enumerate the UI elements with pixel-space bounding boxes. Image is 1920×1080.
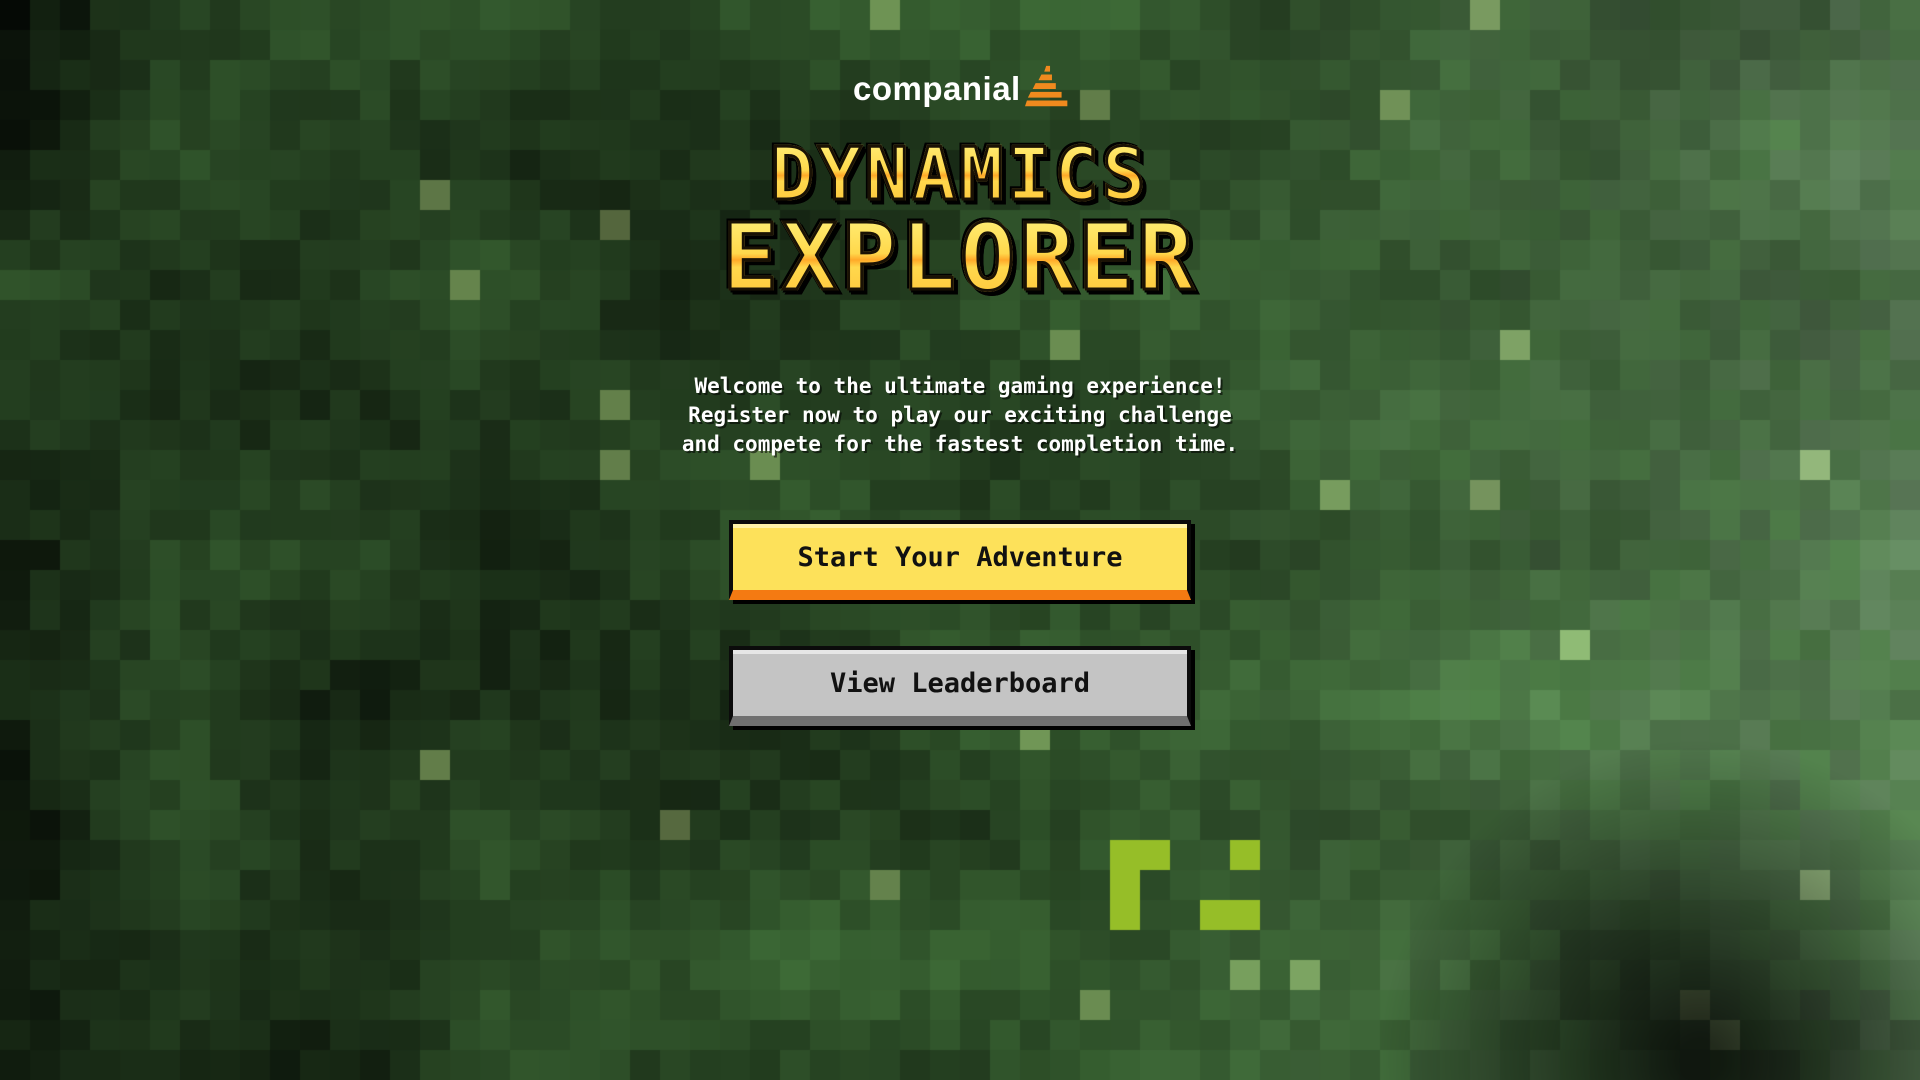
welcome-line-2: Register now to play our exciting challe… xyxy=(688,403,1232,427)
game-title-line-1: DYNAMICS xyxy=(0,137,1920,212)
welcome-line-1: Welcome to the ultimate gaming experienc… xyxy=(694,374,1226,398)
stripes-logo-icon xyxy=(1024,65,1068,107)
start-adventure-label: Start Your Adventure xyxy=(797,541,1123,573)
view-leaderboard-label: View Leaderboard xyxy=(829,667,1091,699)
companial-logo: companial xyxy=(853,62,1069,114)
view-leaderboard-button[interactable]: View Leaderboard xyxy=(729,646,1191,726)
logo-text: companial xyxy=(853,69,1021,107)
welcome-text: Welcome to the ultimate gaming experienc… xyxy=(640,372,1280,459)
start-adventure-button[interactable]: Start Your Adventure xyxy=(729,520,1191,600)
welcome-line-3: and compete for the fastest completion t… xyxy=(681,432,1239,456)
landing-screen: companial DYNAMICS EXPLORER Welcome to t… xyxy=(0,0,1920,1080)
game-title-line-2: EXPLORER xyxy=(0,210,1920,305)
